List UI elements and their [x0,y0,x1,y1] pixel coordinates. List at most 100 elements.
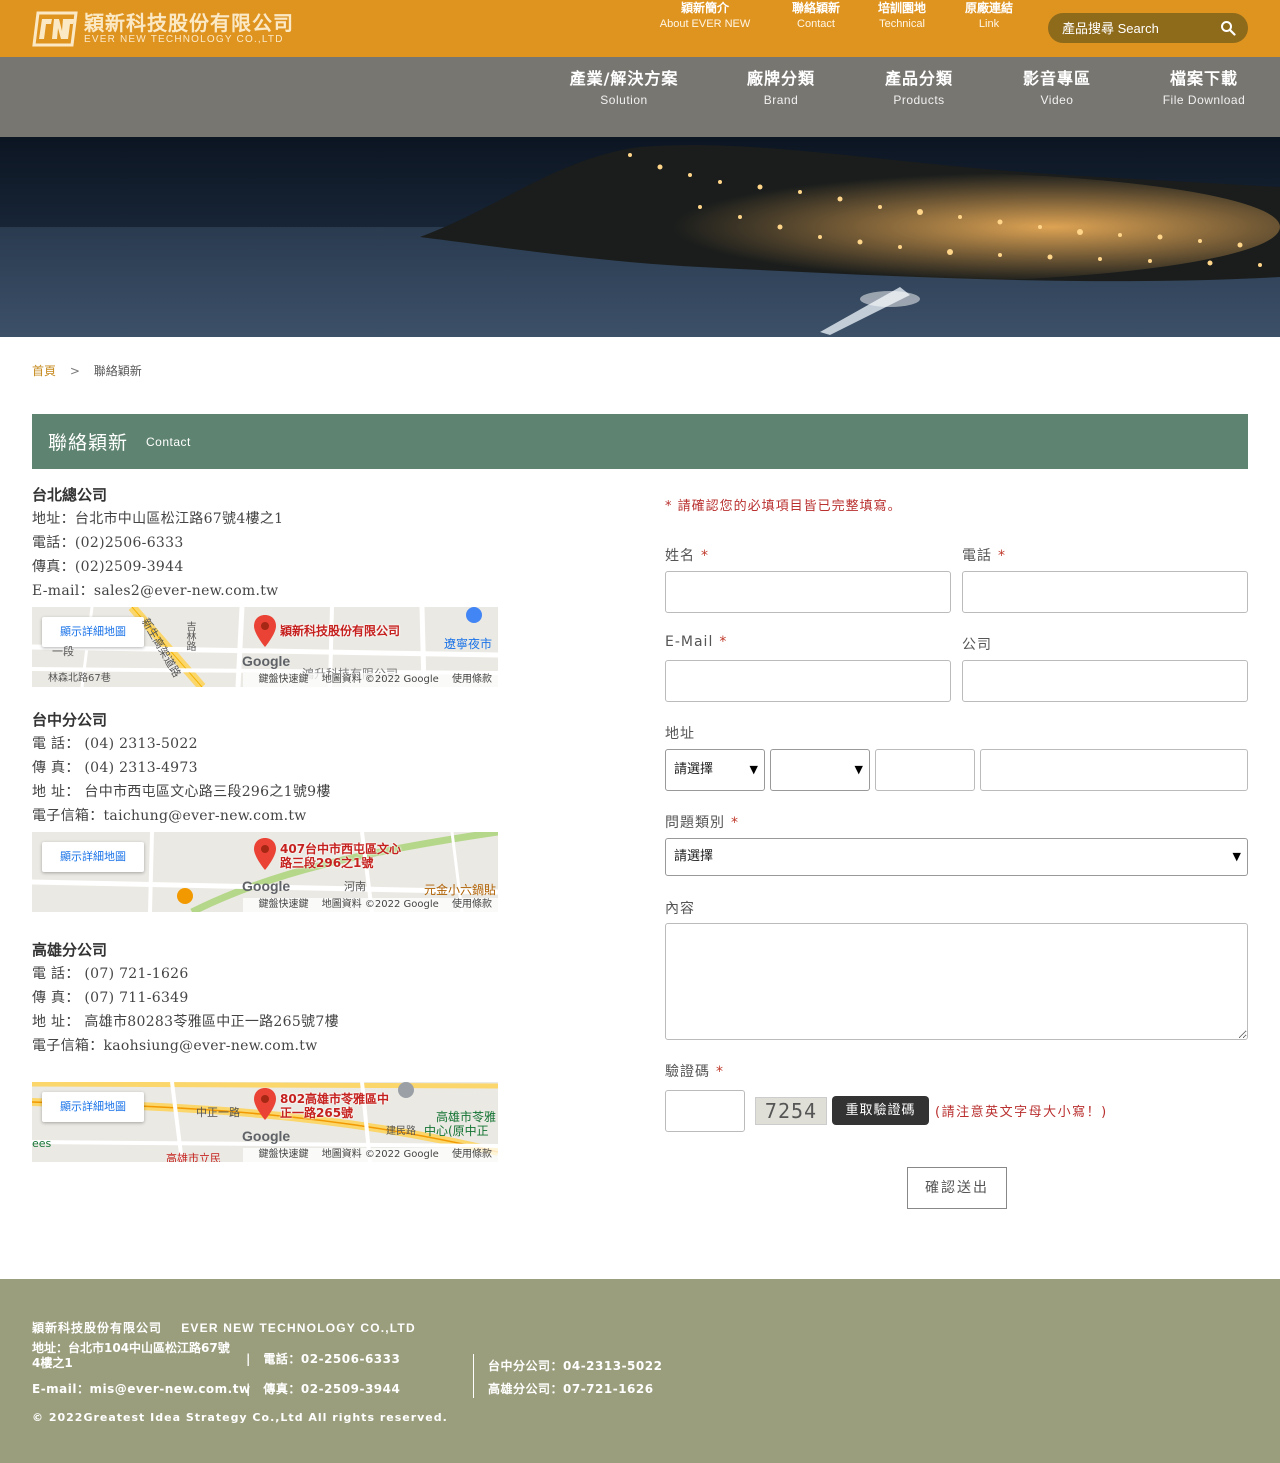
captcha-case-note: (請注意英文字母大小寫！) [935,1105,1108,1120]
phone-label: 電話 * [962,545,1006,565]
office-name: 高雄分公司 [32,941,108,959]
top-link-about[interactable]: 穎新簡介 About EVER NEW [660,0,750,32]
search-icon[interactable] [1220,20,1236,36]
map-footer: 鍵盤快速鍵 地圖資料 ©2022 Google 使用條款 [242,898,498,912]
nav-item-products[interactable]: 產品分類 Products [885,69,953,111]
page-title: 聯絡穎新 [48,432,129,454]
office-address: 地址：台北市中山區松江路67號4樓之1 [32,511,284,527]
map-pin-icon [254,838,276,870]
address-zip-input[interactable] [875,749,975,791]
nav-item-file-download-en: File Download [1162,93,1246,107]
map-footer: 鍵盤快速鍵 地圖資料 ©2022 Google 使用條款 [242,1148,498,1162]
company-input[interactable] [962,660,1248,702]
captcha-label: 驗證碼 * [665,1061,724,1081]
email-label-text: E-Mail [665,634,714,650]
section-title-bar: 聯絡穎新 Contact [32,414,1248,469]
top-link-about-en: About EVER NEW [659,18,751,30]
nav-item-file-download-cn: 檔案下載 [1169,69,1239,88]
map-shortcuts-link[interactable]: 鍵盤快速鍵 [259,1149,309,1160]
map-taipei[interactable]: 顯示詳細地圖 穎新科技股份有限公司 遼寧夜市 吉林路 林森北路67巷 新生高架道… [32,607,498,687]
dropdown-arrow-icon: ▼ [854,763,863,776]
top-link-link[interactable]: 原廠連結 Link [965,0,1013,32]
night-coast-image [0,137,1280,337]
office-fax: 傳 真： (04) 2313-4973 [32,760,198,776]
office-fax: 傳真：(02)2509-3944 [32,559,184,575]
top-link-contact[interactable]: 聯絡穎新 Contact [792,0,840,32]
company-label: 公司 [962,637,992,653]
required-mark: * [731,815,739,831]
top-link-about-cn: 穎新簡介 [680,1,730,15]
office-taichung: 台中分公司 電 話： (04) 2313-5022 傳 真： (04) 2313… [32,708,502,912]
footer-divider [473,1354,474,1398]
footer-address: 地址：台北市104中山區松江路67號4樓之1 [32,1341,230,1370]
breadcrumb-separator: > [69,364,80,378]
nav-item-video-cn: 影音專區 [1022,69,1092,88]
office-phone: 電 話： (07) 721-1626 [32,966,189,982]
nav-item-video-en: Video [1040,93,1074,107]
map-data-credit: 地圖資料 ©2022 Google [321,674,439,685]
google-logo: Google [242,878,291,894]
map-shortcuts-link[interactable]: 鍵盤快速鍵 [259,674,309,685]
map-kaohsiung[interactable]: 顯示詳細地圖 802高雄市苓雅區中正一路265號 高雄市苓雅 中心(原中正 中正… [32,1082,498,1162]
submit-button[interactable]: 確認送出 [907,1167,1007,1209]
office-taipei: 台北總公司 地址：台北市中山區松江路67號4樓之1 電話：(02)2506-63… [32,483,502,687]
map-terms-link[interactable]: 使用條款 [452,674,492,685]
name-label: 姓名 * [665,545,709,565]
map-terms-link[interactable]: 使用條款 [452,1149,492,1160]
footer-company-cn: 穎新科技股份有限公司 [32,1321,163,1335]
footer-taichung-phone: 台中分公司：04-2313-5022 [488,1359,663,1373]
office-name: 台中分公司 [32,711,108,729]
footer-fax: | 傳真：02-2509-3944 [246,1382,401,1396]
top-bar: 穎新科技股份有限公司 EVER NEW TECHNOLOGY CO.,LTD 穎… [0,0,1280,57]
phone-input[interactable] [962,571,1248,613]
office-address: 地 址： 高雄市80283苓雅區中正一路265號7樓 [32,1014,339,1030]
map-pin-icon [254,615,276,647]
map-pin-label: 407台中市西屯區文心路三段296之1號 [280,842,402,870]
map-detail-button[interactable]: 顯示詳細地圖 [42,1092,144,1122]
breadcrumb-home[interactable]: 首頁 [32,364,56,378]
captcha-image: 7254 [755,1097,827,1125]
address-district-select[interactable]: ▼ [770,749,870,791]
question-type-select[interactable]: 請選擇 ▼ [665,838,1248,876]
map-terms-link[interactable]: 使用條款 [452,899,492,910]
name-label-text: 姓名 [665,548,695,564]
top-link-technical[interactable]: 培訓園地 Technical [878,0,926,32]
google-logo: Google [242,653,291,669]
logo-chinese-name: 穎新科技股份有限公司 [84,11,294,35]
nav-item-products-cn: 產品分類 [884,69,954,88]
nav-item-file-download[interactable]: 檔案下載 File Download [1163,69,1246,111]
map-place-label: 高雄市立民 [166,1152,221,1162]
content-textarea[interactable] [665,923,1248,1040]
office-email: E-mail：sales2@ever-new.com.tw [32,583,279,599]
captcha-input[interactable] [665,1090,745,1132]
address-street-input[interactable] [980,749,1248,791]
search-input[interactable] [1048,13,1218,43]
nav-item-solution[interactable]: 產業/解決方案 Solution [570,69,679,111]
required-notice: * 請確認您的必填項目皆已完整填寫。 [665,499,902,514]
map-taichung[interactable]: 顯示詳細地圖 407台中市西屯區文心路三段296之1號 元金小六鍋貼 河南 Go… [32,832,498,912]
map-street-label: 建民路 [386,1126,416,1137]
page-subtitle: Contact [146,435,191,449]
email-input[interactable] [665,660,951,702]
breadcrumb: 首頁 > 聯絡穎新 [32,362,142,379]
top-link-link-en: Link [978,18,1000,30]
map-street-label: 林森北路67巷 [48,673,111,684]
refresh-captcha-button[interactable]: 重取驗證碼 [832,1096,929,1125]
nav-item-brand[interactable]: 廠牌分類 Brand [747,69,815,111]
email-label: E-Mail * [665,634,727,650]
logo-english-name: EVER NEW TECHNOLOGY CO.,LTD [84,34,284,45]
address-county-select[interactable]: 請選擇 ▼ [665,749,765,791]
footer-email[interactable]: E-mail：mis@ever-new.com.tw [32,1380,251,1397]
question-type-label-text: 問題類別 [665,815,725,831]
name-input[interactable] [665,571,951,613]
nav-item-video[interactable]: 影音專區 Video [1023,69,1091,111]
map-detail-button[interactable]: 顯示詳細地圖 [42,842,144,872]
address-label: 地址 [665,726,695,742]
map-street-label: 一段 [52,645,74,658]
nav-item-brand-cn: 廠牌分類 [746,69,816,88]
top-link-contact-en: Contact [797,18,835,30]
site-logo[interactable]: 穎新科技股份有限公司 EVER NEW TECHNOLOGY CO.,LTD [32,10,294,48]
map-place-label: 中心(原中正 [424,1124,489,1138]
map-shortcuts-link[interactable]: 鍵盤快速鍵 [259,899,309,910]
captcha-label-text: 驗證碼 [665,1064,710,1080]
